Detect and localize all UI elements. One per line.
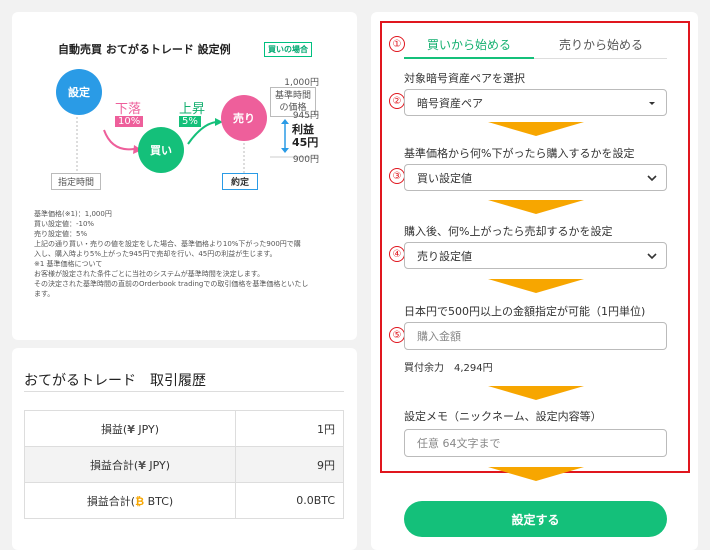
submit-button[interactable]: 設定する (404, 501, 667, 537)
memo-placeholder: 任意 64文字まで (417, 437, 501, 450)
chevron-down-icon (647, 175, 657, 182)
order-settings-card: ① 買いから始める 売りから始める 対象暗号資産ペアを選択 ② 暗号資産ペア 基… (371, 12, 698, 550)
deal-label: 約定 (222, 173, 259, 190)
profit-label: 利益 45円 (292, 123, 318, 149)
yen-icon: ¥ (127, 422, 135, 436)
row-value: 1円 (235, 410, 344, 447)
row-label: 損益合計(¥ JPY) (24, 446, 236, 483)
pair-label: 対象暗号資産ペアを選択 (404, 72, 525, 85)
note-line: 売り設定値：5% (34, 230, 88, 238)
time-label: 指定時間 (51, 173, 102, 190)
history-table: 損益(¥ JPY) 1円 損益合計(¥ JPY) 9円 損益合計(₿ BTC) … (24, 410, 344, 519)
table-row: 損益合計(₿ BTC) 0.0BTC (24, 482, 344, 519)
amount-label: 日本円で500円以上の金額指定が可能（1円単位) (404, 305, 646, 318)
row-label: 損益合計(₿ BTC) (24, 482, 236, 519)
buy-setting-select[interactable]: 買い設定値 (404, 164, 667, 191)
buy-case-badge: 買いの場合 (264, 42, 312, 57)
profit-line2: 45円 (292, 136, 319, 149)
sell-circle: 売り (221, 95, 267, 141)
sell-setting-select[interactable]: 売り設定値 (404, 242, 667, 269)
example-title: 自動売買 おてがるトレード 設定例 (58, 43, 231, 56)
note-line: 上記の通り買い・売りの値を設定をした場合、基準価格より10%下がった900円で購 (34, 240, 301, 248)
reference-price-line1: 基準時間 (275, 91, 312, 101)
history-divider (24, 391, 344, 392)
profit-line1: 利益 (292, 123, 314, 136)
flow-arrow-icon (488, 467, 584, 481)
profit-range-icon (281, 119, 289, 153)
table-row: 損益(¥ JPY) 1円 (24, 410, 344, 447)
tab-buy-first[interactable]: 買いから始める (409, 36, 529, 53)
step-marker-3: ③ (389, 168, 405, 184)
buy-circle: 買い (138, 127, 184, 173)
note-line: 買い設定値：-10% (34, 220, 95, 228)
drop-percent: 10% (115, 116, 144, 127)
pair-select[interactable]: 暗号資産ペア (404, 89, 667, 116)
flow-arrow-icon (488, 122, 584, 136)
example-card: 自動売買 おてがるトレード 設定例 買いの場合 設定 買い 売り 下落 10% … (12, 12, 357, 340)
step-marker-4: ④ (389, 246, 405, 262)
example-notes: 基準価格(※1)：1,000円 買い設定値：-10% 売り設定値：5% 上記の通… (34, 209, 354, 299)
pair-select-value: 暗号資産ペア (417, 96, 483, 110)
active-tab-indicator (404, 57, 534, 59)
flow-arrow-icon (488, 279, 584, 293)
row-label: 損益(¥ JPY) (24, 410, 236, 447)
rise-percent: 5% (179, 116, 201, 127)
note-line: ます。 (34, 290, 55, 298)
note-line: 入し、購入時より5%上がった945円で売却を行い、45円の利益が生じます。 (34, 250, 277, 258)
row-value: 9円 (235, 446, 344, 483)
caret-down-icon (649, 102, 655, 105)
note-line: その決定された基準時間の直前のOrderbook tradingでの取引価格を基… (34, 280, 309, 288)
note-line: ※1 基準価格について (34, 260, 103, 268)
tab-sell-first[interactable]: 売りから始める (541, 36, 661, 53)
flow-arrow-icon (488, 200, 584, 214)
step-marker-5: ⑤ (389, 327, 405, 343)
buying-power: 買付余力 4,294円 (404, 363, 493, 374)
flow-arrow-icon (488, 386, 584, 400)
amount-input[interactable]: 購入金額 (404, 322, 667, 350)
set-circle: 設定 (56, 69, 102, 115)
history-title: おてがるトレード 取引履歴 (24, 373, 206, 389)
price-900: 900円 (292, 155, 319, 165)
memo-label: 設定メモ（ニックネーム、設定内容等） (404, 410, 602, 423)
memo-input[interactable]: 任意 64文字まで (404, 429, 667, 457)
chevron-down-icon (647, 253, 657, 260)
table-row: 損益合計(¥ JPY) 9円 (24, 446, 344, 483)
yen-icon: ¥ (138, 458, 146, 472)
rise-label: 上昇 (179, 102, 206, 117)
buy-setting-value: 買い設定値 (417, 171, 472, 185)
amount-placeholder: 購入金額 (417, 330, 461, 343)
buy-setting-label: 基準価格から何%下がったら購入するかを設定 (404, 147, 635, 160)
row-value: 0.0BTC (235, 482, 344, 519)
sell-setting-label: 購入後、何%上がったら売却するかを設定 (404, 225, 613, 238)
note-line: 基準価格(※1)：1,000円 (34, 210, 112, 218)
drop-label: 下落 (115, 102, 142, 117)
step-marker-1: ① (389, 36, 405, 52)
bitcoin-icon: ₿ (135, 494, 145, 508)
step-marker-2: ② (389, 93, 405, 109)
trade-history-card: おてがるトレード 取引履歴 損益(¥ JPY) 1円 損益合計(¥ JPY) 9… (12, 348, 357, 550)
drop-curve (103, 129, 135, 151)
note-line: お客様が設定された条件ごとに当社のシステムが基準時間を決定します。 (34, 270, 265, 278)
sell-setting-value: 売り設定値 (417, 249, 472, 263)
